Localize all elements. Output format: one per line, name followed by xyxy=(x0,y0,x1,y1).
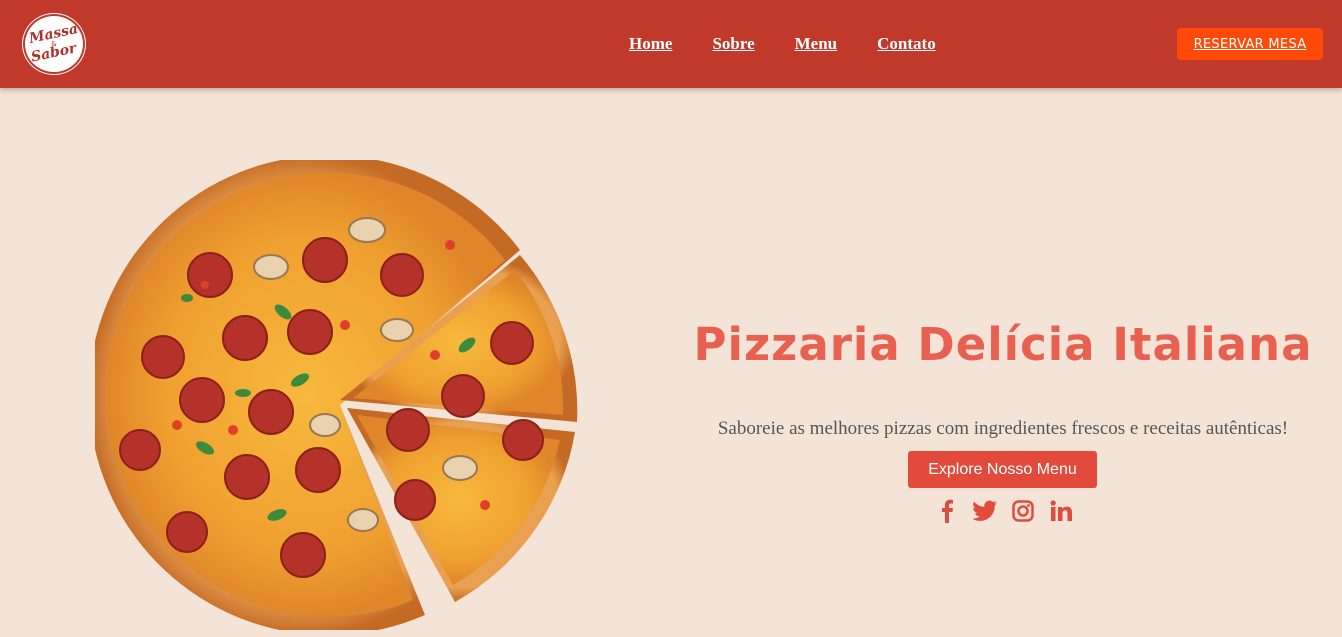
nav-menu[interactable]: Menu xyxy=(795,34,838,54)
hero-subtitle: Saboreie as melhores pizzas com ingredie… xyxy=(717,418,1289,439)
twitter-icon[interactable] xyxy=(972,498,998,524)
nav-home[interactable]: Home xyxy=(629,34,672,54)
pizza-image xyxy=(88,155,585,636)
nav-sobre[interactable]: Sobre xyxy=(712,34,754,54)
hero-title: Pizzaria Delícia Italiana xyxy=(693,318,1313,371)
instagram-icon[interactable] xyxy=(1010,498,1036,524)
linkedin-icon[interactable] xyxy=(1048,498,1074,524)
site-header: Massa & Sabor Home Sobre Menu Contato RE… xyxy=(0,0,1342,88)
explore-menu-button[interactable]: Explore Nosso Menu xyxy=(908,451,1097,488)
brand-logo[interactable]: Massa & Sabor xyxy=(23,14,85,74)
nav-contato[interactable]: Contato xyxy=(877,34,936,54)
reserve-table-button[interactable]: RESERVAR MESA xyxy=(1177,28,1323,60)
facebook-icon[interactable] xyxy=(934,498,960,524)
social-links xyxy=(934,498,1074,524)
main-nav: Home Sobre Menu Contato xyxy=(629,34,936,54)
logo-text-bottom: Sabor xyxy=(29,40,78,66)
